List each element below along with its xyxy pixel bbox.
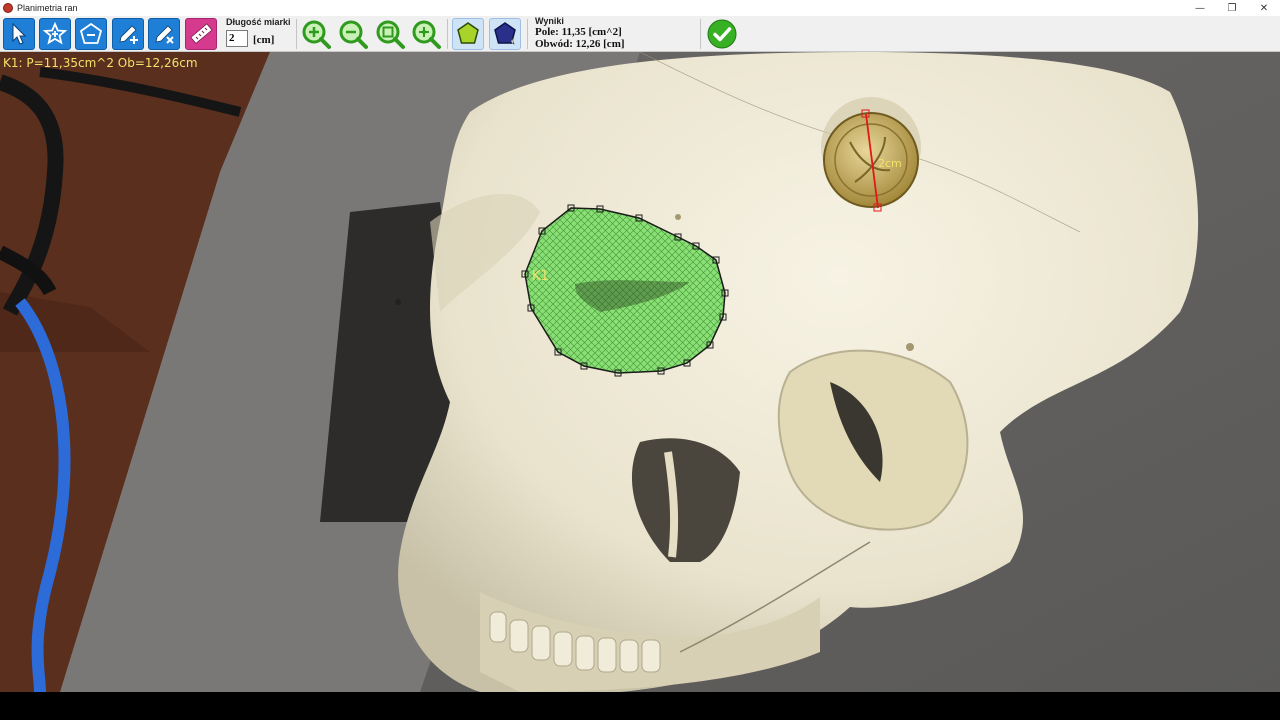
ruler-length-input[interactable]: 2 [226,30,248,47]
star-plus-icon [42,21,68,45]
pointer-arrow-icon [12,22,27,45]
minimize-button[interactable]: — [1184,0,1216,16]
zoom-actual-icon [412,20,441,49]
confirm-button[interactable] [706,18,738,50]
ruler-icon [190,23,213,45]
scale-label: 2cm [878,157,902,170]
remove-polygon-button[interactable] [75,18,107,50]
polygon-mode-light-button[interactable] [452,18,484,50]
toolbar-separator [296,19,297,49]
add-polygon-button[interactable] [39,18,71,50]
skull-photo: K1 2cm [0,52,1280,692]
window-controls: — ❐ ✕ [1184,0,1280,16]
app-window: Planimetria ran — ❐ ✕ Długość miarki 2 [… [0,0,1280,720]
zoom-in-button[interactable] [300,18,332,50]
zoom-fit-icon [376,20,405,49]
checkmark-icon [707,19,737,49]
zoom-fit-button[interactable] [374,18,406,50]
toolbar-separator [447,19,448,49]
polygon-mode-dark-button[interactable] [489,18,521,50]
results-title: Wyniki [535,16,564,26]
pentagon-minus-icon [79,22,103,44]
toolbar-separator [527,19,528,49]
zoom-actual-button[interactable] [410,18,442,50]
window-title: Planimetria ran [17,3,78,13]
title-bar: Planimetria ran — ❐ ✕ [0,0,1280,16]
star-filled-icon [494,22,516,45]
add-point-button[interactable] [112,18,144,50]
pen-x-icon [155,25,174,44]
select-tool-button[interactable] [3,18,35,50]
ruler-unit-label: [cm] [253,34,275,46]
toolbar: Długość miarki 2 [cm] Wyniki Pole: 11,35… [0,16,1280,52]
toolbar-separator [700,19,701,49]
ruler-tool-button[interactable] [185,18,217,50]
area-result: Pole: 11,35 [cm^2] [535,26,622,38]
zoom-out-button[interactable] [337,18,369,50]
perimeter-result: Obwód: 12,26 [cm] [535,38,625,50]
remove-point-button[interactable] [148,18,180,50]
polygon-label: K1 [532,269,549,284]
restore-button[interactable]: ❐ [1216,0,1248,16]
measurement-overlay: K1: P=11,35cm^2 Ob=12,26cm [3,56,198,70]
pen-plus-icon [119,25,138,44]
app-logo-icon [3,3,13,13]
close-button[interactable]: ✕ [1248,0,1280,16]
star-outline-icon [457,22,479,44]
image-canvas[interactable]: K1 2cm K1: P=11,35cm^2 Ob=12,26cm [0,52,1280,692]
ruler-length-label: Długość miarki [226,17,291,27]
zoom-in-icon [302,20,331,49]
zoom-out-icon [339,20,368,49]
bottom-bar [0,692,1280,720]
